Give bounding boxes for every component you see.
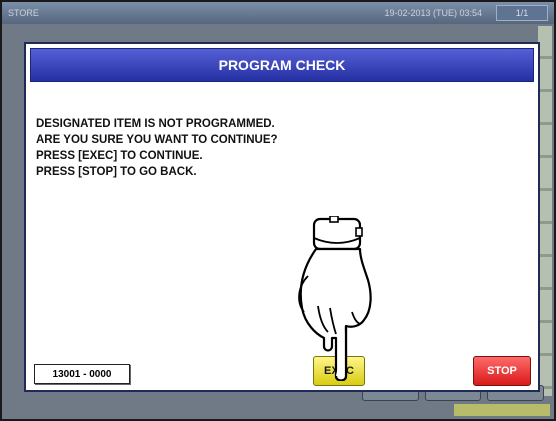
dialog-message: DESIGNATED ITEM IS NOT PROGRAMMED. ARE Y… bbox=[36, 116, 528, 180]
message-line: PRESS [STOP] TO GO BACK. bbox=[36, 166, 197, 178]
dialog-title: PROGRAM CHECK bbox=[30, 48, 534, 82]
date-time: 19-02-2013 (TUE) 03:54 bbox=[384, 8, 482, 18]
stop-button[interactable]: STOP bbox=[473, 356, 531, 386]
item-code-display: 13001 - 0000 bbox=[34, 364, 130, 384]
message-line: ARE YOU SURE YOU WANT TO CONTINUE? bbox=[36, 134, 278, 146]
hand-pointer-icon bbox=[298, 216, 372, 381]
program-check-dialog: PROGRAM CHECK DESIGNATED ITEM IS NOT PRO… bbox=[24, 42, 540, 392]
message-line: PRESS [EXEC] TO CONTINUE. bbox=[36, 150, 203, 162]
status-bar: STORE 19-02-2013 (TUE) 03:54 1/1 bbox=[2, 2, 554, 24]
store-label: STORE bbox=[8, 8, 39, 18]
message-line: DESIGNATED ITEM IS NOT PROGRAMMED. bbox=[36, 118, 275, 130]
background-strip bbox=[454, 404, 550, 416]
page-indicator: 1/1 bbox=[496, 5, 548, 21]
terminal-screen: STORE 19-02-2013 (TUE) 03:54 1/1 PROGRAM… bbox=[0, 0, 556, 421]
background-panel bbox=[538, 26, 552, 396]
